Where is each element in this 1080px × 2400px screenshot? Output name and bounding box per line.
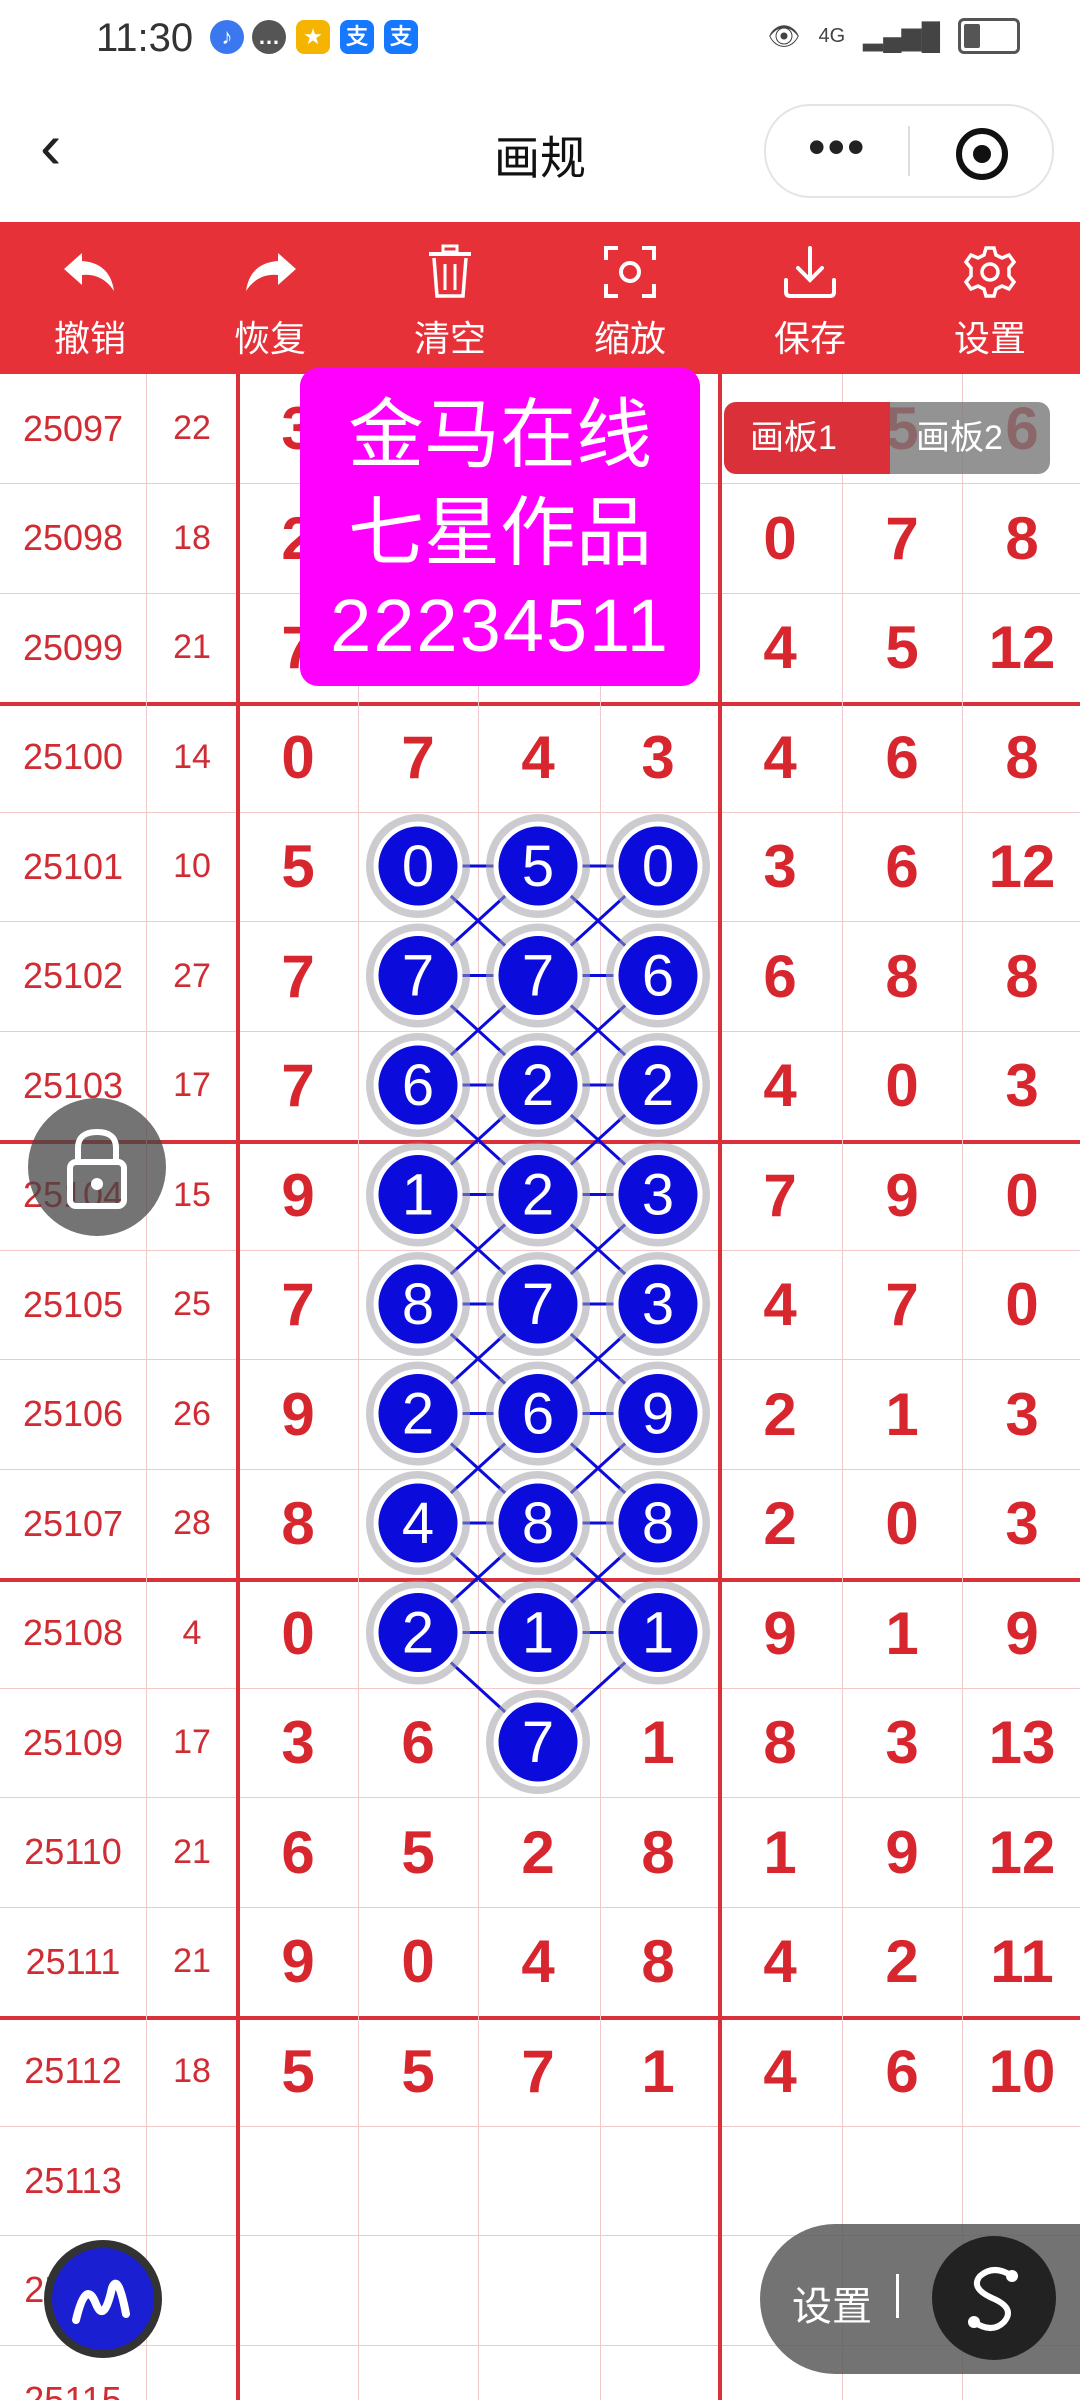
author-card: 金马在线 七星作品 22234511 <box>300 368 700 686</box>
board-tab-2[interactable]: 画板2 <box>890 402 1050 474</box>
board-tabs: 画板1 画板2 <box>724 402 1050 474</box>
marked-digit-circle[interactable]: 2 <box>486 1033 590 1137</box>
circle-digit: 0 <box>402 834 434 899</box>
card-line-1: 金马在线 <box>348 393 652 478</box>
floating-settings-bar: 设置 <box>760 2224 1080 2374</box>
marked-digit-circle[interactable]: 9 <box>606 1361 710 1466</box>
marked-digit-circle[interactable]: 8 <box>606 1471 710 1575</box>
marked-digit-circle[interactable]: 6 <box>606 923 710 1028</box>
marked-digit-circle[interactable]: 6 <box>366 1033 470 1137</box>
marked-digit-circle[interactable]: 8 <box>366 1252 470 1356</box>
circle-digit: 7 <box>522 944 554 1009</box>
circle-digit: 2 <box>522 1053 554 1118</box>
lock-icon <box>67 1128 127 1209</box>
circle-digit: 7 <box>522 1710 554 1775</box>
circle-digit: 8 <box>522 1491 554 1556</box>
brush-button[interactable] <box>44 2240 162 2358</box>
board-tab-1[interactable]: 画板1 <box>724 402 890 474</box>
marked-digit-circle[interactable]: 2 <box>606 1033 710 1137</box>
circle-digit: 1 <box>402 1163 434 1228</box>
floating-settings-label[interactable]: 设置 <box>792 2274 872 2332</box>
marked-digit-circle[interactable]: 7 <box>486 923 590 1028</box>
circle-digit: 6 <box>522 1382 554 1447</box>
circle-digit: 2 <box>642 1053 674 1118</box>
circle-digit: 7 <box>522 1272 554 1337</box>
marked-digit-circle[interactable]: 2 <box>486 1142 590 1247</box>
circle-digit: 1 <box>522 1601 554 1666</box>
marked-digit-circle[interactable]: 4 <box>366 1471 470 1575</box>
circle-digit: 9 <box>642 1382 674 1447</box>
marked-digit-circle[interactable]: 3 <box>606 1252 710 1356</box>
marked-digit-circle[interactable]: 5 <box>486 814 590 918</box>
marked-digit-circle[interactable]: 2 <box>366 1361 470 1466</box>
card-line-2: 七星作品 <box>348 491 652 576</box>
marked-digit-circle[interactable]: 2 <box>366 1580 470 1685</box>
circle-digit: 0 <box>642 834 674 899</box>
marked-digit-circle[interactable]: 7 <box>486 1252 590 1356</box>
circle-digit: 7 <box>402 944 434 1009</box>
marked-digit-circle[interactable]: 3 <box>606 1142 710 1247</box>
marked-digit-circle[interactable]: 0 <box>606 814 710 918</box>
marked-digit-circle[interactable]: 7 <box>486 1690 590 1794</box>
marked-digit-circle[interactable]: 8 <box>486 1471 590 1575</box>
circle-digit: 5 <box>522 834 554 899</box>
card-line-3: 22234511 <box>330 584 670 667</box>
lock-button[interactable] <box>28 1098 166 1236</box>
marked-digit-circle[interactable]: 0 <box>366 814 470 918</box>
pen-icon <box>72 2279 130 2324</box>
circle-digit: 2 <box>522 1163 554 1228</box>
marked-digit-circle[interactable]: 1 <box>606 1580 710 1685</box>
share-button[interactable] <box>932 2236 1056 2360</box>
circle-digit: 8 <box>642 1491 674 1556</box>
share-icon <box>968 2267 1018 2331</box>
circle-digit: 8 <box>402 1272 434 1337</box>
marked-digit-circle[interactable]: 7 <box>366 923 470 1028</box>
marked-digit-circle[interactable]: 1 <box>366 1142 470 1247</box>
circle-digit: 1 <box>642 1601 674 1666</box>
circle-digit: 3 <box>642 1272 674 1337</box>
marked-digit-circle[interactable]: 1 <box>486 1580 590 1685</box>
circle-digit: 2 <box>402 1601 434 1666</box>
circle-digit: 3 <box>642 1163 674 1228</box>
circle-digit: 2 <box>402 1382 434 1447</box>
circle-digit: 6 <box>402 1053 434 1118</box>
circle-digit: 4 <box>402 1491 434 1556</box>
circle-digit: 6 <box>642 944 674 1009</box>
marked-digit-circle[interactable]: 6 <box>486 1361 590 1466</box>
